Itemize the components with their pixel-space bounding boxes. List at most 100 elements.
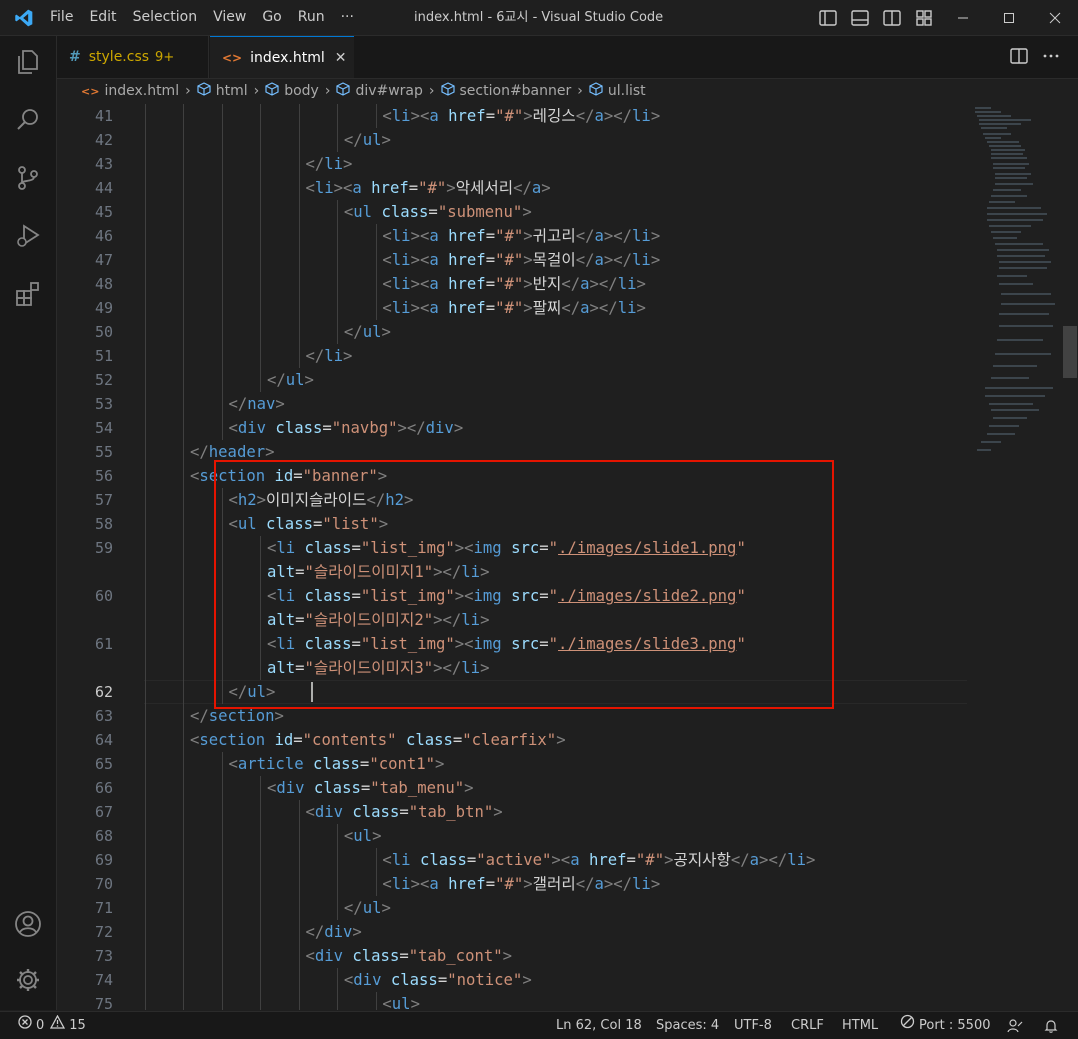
encoding[interactable]: UTF-8 bbox=[734, 1012, 772, 1039]
code-line[interactable]: </li> bbox=[305, 152, 352, 176]
code-token: section bbox=[208, 707, 275, 725]
code-line[interactable]: <li><a href="#">목걸이</a></li> bbox=[382, 248, 660, 272]
problems-badge: 9+ bbox=[155, 49, 175, 65]
code-line[interactable]: </ul> bbox=[344, 128, 391, 152]
close-tab-icon[interactable]: ✕ bbox=[335, 50, 347, 66]
indent-guide bbox=[183, 944, 185, 968]
code-line[interactable]: <div class="navbg"></div> bbox=[228, 416, 463, 440]
close-window-icon[interactable] bbox=[1032, 0, 1078, 35]
tab-style-css[interactable]: # style.css 9+ bbox=[57, 36, 209, 78]
code-line[interactable]: </nav> bbox=[228, 392, 284, 416]
more-actions-icon[interactable] bbox=[1041, 46, 1061, 66]
code-token: = bbox=[466, 851, 477, 869]
breadcrumb-item-div-wrap[interactable]: div#wrap bbox=[336, 82, 423, 100]
indent-guide bbox=[183, 104, 185, 128]
indent-guide bbox=[221, 896, 223, 920]
code-token: </ bbox=[343, 323, 363, 341]
code-token: li bbox=[391, 299, 411, 317]
code-token: </ bbox=[575, 107, 595, 125]
code-token: a bbox=[594, 875, 604, 893]
code-token: class bbox=[405, 731, 453, 749]
code-line[interactable]: <li class="active"><a href="#">공지사항</a><… bbox=[382, 848, 815, 872]
breadcrumb-item-ul-list[interactable]: ul.list bbox=[589, 82, 646, 100]
code-line[interactable]: <li><a href="#">반지</a></li> bbox=[382, 272, 645, 296]
live-server-port[interactable]: Port : 5500 bbox=[900, 1012, 991, 1039]
indent-guide bbox=[183, 512, 185, 536]
settings-gear-icon[interactable] bbox=[14, 966, 42, 994]
accounts-status-icon[interactable] bbox=[1007, 1012, 1023, 1039]
toggle-secondary-sidebar-icon[interactable] bbox=[882, 8, 902, 28]
activity-bar bbox=[0, 36, 57, 1010]
indent-guide bbox=[183, 656, 185, 680]
scrollbar-thumb[interactable] bbox=[1063, 326, 1077, 378]
minimap[interactable] bbox=[971, 104, 1061, 464]
split-editor-icon[interactable] bbox=[1009, 46, 1029, 66]
line-number: 47 bbox=[94, 251, 113, 269]
code-token: "#" bbox=[635, 851, 665, 869]
code-line[interactable]: </ul> bbox=[344, 896, 391, 920]
problems-indicator[interactable]: 0 15 bbox=[18, 1012, 86, 1039]
menu-run[interactable]: Run bbox=[290, 0, 333, 35]
breadcrumb-item-body[interactable]: body bbox=[265, 82, 319, 100]
source-control-icon[interactable] bbox=[14, 164, 42, 192]
code-line[interactable]: </li> bbox=[305, 344, 352, 368]
code-line[interactable]: <li><a href="#">팔찌</a></li> bbox=[382, 296, 645, 320]
code-token: div bbox=[425, 419, 454, 437]
extensions-icon[interactable] bbox=[14, 280, 42, 308]
code-line[interactable]: <li><a href="#">레깅스</a></li> bbox=[382, 104, 660, 128]
vertical-scrollbar[interactable] bbox=[1063, 104, 1077, 1010]
code-line[interactable]: <ul> bbox=[344, 824, 382, 848]
toggle-panel-icon[interactable] bbox=[850, 8, 870, 28]
code-token: </ bbox=[305, 347, 325, 365]
code-line[interactable]: <section id="contents" class="clearfix"> bbox=[190, 728, 566, 752]
notifications-bell-icon[interactable] bbox=[1043, 1012, 1059, 1039]
error-icon bbox=[18, 1012, 32, 1039]
code-editor[interactable]: 41 42 43 44 45 46 47 48 49 50 51 52 53 54 55 56 57 58 59 60… bbox=[57, 104, 1078, 1010]
code-line[interactable]: <div class="tab_menu"> bbox=[267, 776, 474, 800]
explorer-icon[interactable] bbox=[14, 48, 42, 76]
code-line[interactable]: <div class="notice"> bbox=[344, 968, 532, 992]
code-line[interactable]: </div> bbox=[305, 920, 361, 944]
code-line[interactable]: </ul> bbox=[344, 320, 391, 344]
menu-edit[interactable]: Edit bbox=[81, 0, 124, 35]
code-line[interactable]: <li><a href="#">악세서리</a> bbox=[305, 176, 550, 200]
indent-guide bbox=[145, 392, 146, 416]
menu-file[interactable]: File bbox=[42, 0, 81, 35]
code-token: li bbox=[391, 875, 411, 893]
menu-view[interactable]: View bbox=[205, 0, 254, 35]
maximize-icon[interactable] bbox=[986, 0, 1032, 35]
customize-layout-icon[interactable] bbox=[914, 8, 934, 28]
menu-go[interactable]: Go bbox=[254, 0, 289, 35]
language-mode[interactable]: HTML bbox=[842, 1012, 878, 1039]
run-debug-icon[interactable] bbox=[14, 222, 42, 250]
code-line[interactable]: <div class="tab_cont"> bbox=[305, 944, 512, 968]
indentation[interactable]: Spaces: 4 bbox=[656, 1012, 719, 1039]
code-line[interactable]: <ul> bbox=[382, 992, 420, 1010]
indent-guide bbox=[183, 968, 185, 992]
code-line[interactable]: </ul> bbox=[267, 368, 314, 392]
line-number: 44 bbox=[94, 179, 113, 197]
toggle-primary-sidebar-icon[interactable] bbox=[818, 8, 838, 28]
minimize-icon[interactable] bbox=[940, 0, 986, 35]
tab-index-html[interactable]: <> index.html ✕ bbox=[210, 36, 354, 78]
code-token: a bbox=[429, 875, 439, 893]
indent-guide bbox=[337, 272, 339, 296]
code-line[interactable]: <li><a href="#">귀고리</a></li> bbox=[382, 224, 660, 248]
breadcrumb-item-file[interactable]: <> index.html bbox=[81, 83, 179, 99]
code-token: > bbox=[410, 107, 420, 125]
indent-guide bbox=[145, 920, 146, 944]
indent-guide bbox=[260, 872, 262, 896]
cursor-position[interactable]: Ln 62, Col 18 bbox=[556, 1012, 642, 1039]
accounts-icon[interactable] bbox=[14, 910, 42, 938]
code-line[interactable]: <article class="cont1"> bbox=[228, 752, 444, 776]
breadcrumb-item-section-banner[interactable]: section#banner bbox=[440, 82, 571, 100]
code-line[interactable]: <div class="tab_btn"> bbox=[305, 800, 502, 824]
search-icon[interactable] bbox=[14, 106, 42, 134]
end-of-line[interactable]: CRLF bbox=[791, 1012, 824, 1039]
menu-more[interactable]: ··· bbox=[333, 0, 362, 35]
code-line[interactable]: <li><a href="#">갤러리</a></li> bbox=[382, 872, 660, 896]
status-bar: 0 15 Ln 62, Col 18 Spaces: 4 UTF-8 CRLF … bbox=[0, 1011, 1078, 1039]
menu-selection[interactable]: Selection bbox=[125, 0, 206, 35]
code-line[interactable]: <ul class="submenu"> bbox=[344, 200, 532, 224]
breadcrumb-item-html[interactable]: html bbox=[197, 82, 248, 100]
